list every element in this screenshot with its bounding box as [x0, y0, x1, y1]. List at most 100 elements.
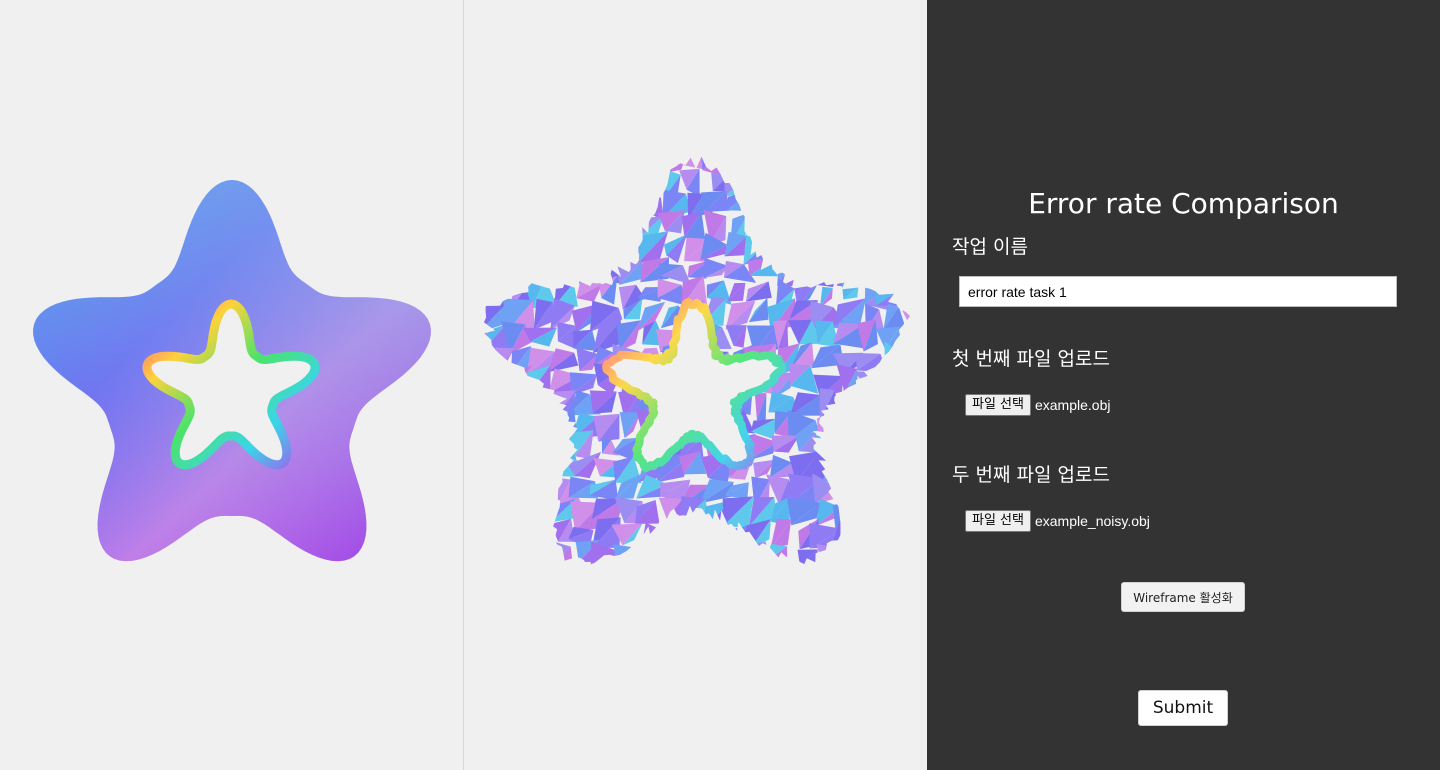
mesh-facet: [484, 347, 515, 376]
mesh-facet: [767, 198, 799, 218]
mesh-facet: [905, 343, 911, 375]
mesh-facet: [572, 233, 598, 264]
noisy-mesh-canvas[interactable]: [464, 0, 927, 770]
mesh-facet: [796, 192, 817, 221]
noisy-mesh-viewport[interactable]: [464, 0, 927, 770]
mesh-facet: [505, 177, 537, 200]
mesh-facet: [612, 595, 646, 612]
mesh-facet: [791, 260, 820, 286]
mesh-facet: [658, 552, 685, 565]
mesh-facet: [504, 210, 532, 244]
mesh-facet: [484, 451, 489, 479]
mesh-facet: [797, 178, 820, 197]
first-file-label: 첫 번째 파일 업로드: [952, 348, 1110, 370]
mesh-facet: [920, 503, 927, 530]
mesh-facet: [858, 156, 889, 168]
mesh-facet: [800, 568, 817, 589]
mesh-facet: [511, 527, 531, 546]
mesh-facet: [464, 393, 480, 414]
mesh-facet: [679, 496, 706, 527]
mesh-facet: [484, 213, 493, 239]
mesh-facet: [531, 525, 554, 553]
original-mesh-viewport[interactable]: [0, 0, 463, 770]
mesh-facet: [484, 194, 492, 222]
mesh-facet: [702, 585, 732, 609]
mesh-facet: [910, 547, 911, 566]
mesh-facet: [884, 561, 909, 566]
mesh-facet: [616, 188, 646, 220]
mesh-facet: [534, 257, 550, 286]
mesh-facet: [689, 590, 710, 619]
task-name-input[interactable]: [959, 276, 1397, 307]
mesh-facet: [679, 569, 712, 587]
mesh-facet: [906, 561, 911, 566]
mesh-facet: [526, 156, 546, 176]
mesh-facet: [464, 543, 480, 565]
mesh-facet: [876, 529, 911, 547]
mesh-facet: [854, 595, 885, 616]
first-file-picker[interactable]: 파일 선택 example.obj: [965, 393, 1110, 417]
mesh-facet: [880, 253, 909, 285]
mesh-facet: [490, 389, 510, 419]
mesh-facet: [523, 165, 552, 195]
mesh-facet: [821, 453, 843, 484]
mesh-facet: [591, 169, 612, 193]
mesh-facet: [595, 195, 618, 223]
mesh-facet: [907, 176, 911, 192]
mesh-facet: [768, 562, 799, 566]
mesh-facet: [861, 506, 887, 528]
mesh-facet: [909, 331, 911, 355]
mesh-facet: [484, 213, 515, 233]
mesh-facet: [589, 564, 620, 566]
mesh-facet: [507, 442, 536, 462]
mesh-facet: [708, 545, 723, 563]
mesh-facet: [811, 168, 842, 190]
wireframe-toggle-button[interactable]: Wireframe 활성화: [1121, 582, 1245, 612]
first-file-choose-button[interactable]: 파일 선택: [965, 394, 1031, 416]
mesh-facet: [706, 518, 728, 550]
mesh-facet: [822, 548, 841, 566]
mesh-facet: [531, 451, 556, 484]
mesh-facet: [885, 419, 905, 439]
mesh-facet: [572, 259, 602, 283]
mesh-facet: [900, 408, 911, 436]
submit-button[interactable]: Submit: [1138, 690, 1228, 726]
mesh-facet: [509, 501, 530, 530]
mesh-facet: [908, 543, 911, 562]
mesh-facet: [855, 549, 877, 566]
second-file-choose-button[interactable]: 파일 선택: [965, 510, 1031, 532]
mesh-facet: [856, 412, 889, 436]
mesh-facet: [812, 234, 844, 260]
mesh-facet: [905, 519, 911, 548]
mesh-facet: [768, 562, 793, 566]
mesh-facet: [501, 171, 532, 200]
original-mesh-canvas[interactable]: [0, 0, 463, 770]
mesh-facet: [484, 156, 490, 168]
mesh-facet: [571, 587, 601, 611]
smooth-star-highlight: [33, 180, 431, 562]
mesh-facet: [592, 241, 624, 258]
mesh-facet: [875, 214, 911, 236]
mesh-facet: [903, 591, 927, 614]
app-root: Error rate Comparison 작업 이름 첫 번째 파일 업로드 …: [0, 0, 1440, 770]
mesh-facet: [490, 590, 504, 614]
mesh-facet: [881, 194, 899, 218]
mesh-facet: [658, 552, 687, 565]
mesh-facet: [885, 592, 908, 612]
mesh-facet: [860, 429, 878, 459]
mesh-facet: [745, 583, 778, 618]
mesh-facet: [812, 255, 845, 285]
second-file-label: 두 번째 파일 업로드: [952, 464, 1110, 486]
second-file-picker[interactable]: 파일 선택 example_noisy.obj: [965, 509, 1150, 533]
mesh-facet: [529, 240, 549, 255]
mesh-facet: [854, 209, 876, 245]
mesh-facet: [879, 452, 903, 484]
mesh-facet: [489, 463, 503, 485]
mesh-facet: [885, 476, 910, 503]
mesh-facet: [878, 561, 909, 566]
mesh-facet: [484, 563, 506, 566]
mesh-facet: [835, 232, 855, 266]
mesh-facet: [856, 413, 889, 438]
mesh-facet: [525, 257, 547, 279]
mesh-facet: [796, 240, 821, 267]
